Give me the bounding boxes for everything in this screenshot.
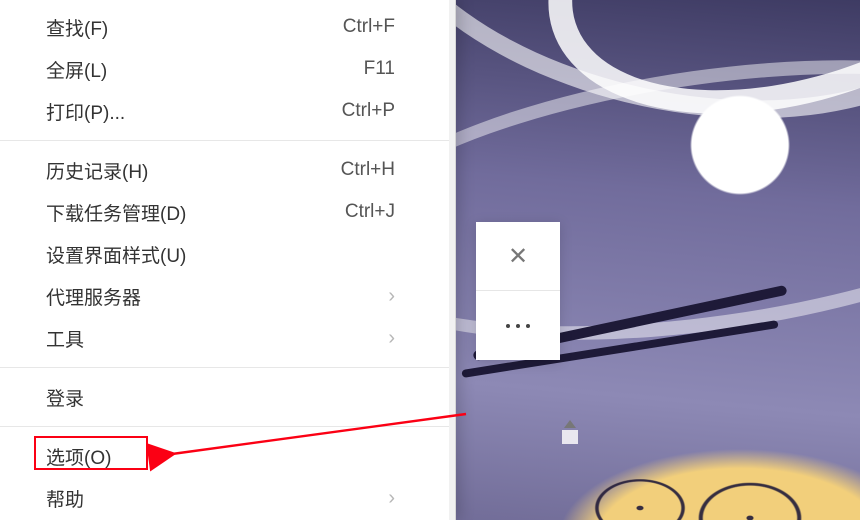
menu-item-label: 下载任务管理(D) [46, 199, 345, 226]
menu-item-options[interactable]: 选项(O) [0, 435, 455, 477]
chevron-right-icon: › [388, 487, 395, 510]
chevron-right-icon: › [388, 285, 395, 308]
menu-item-help[interactable]: 帮助 › [0, 477, 455, 519]
menu-item-proxy[interactable]: 代理服务器 › [0, 275, 455, 317]
menu-item-print[interactable]: 打印(P)... Ctrl+P [0, 90, 455, 132]
menu-item-label: 工具 [46, 325, 388, 352]
menu-item-shortcut: Ctrl+F [343, 16, 395, 38]
menu-item-shortcut: F11 [364, 58, 395, 80]
menu-item-shortcut: Ctrl+J [345, 201, 395, 223]
menu-item-label: 打印(P)... [46, 98, 342, 125]
menu-item-fullscreen[interactable]: 全屏(L) F11 [0, 48, 455, 90]
menu-scrollbar[interactable] [449, 0, 455, 520]
scrollbar-track [562, 430, 578, 444]
menu-item-downloads[interactable]: 下载任务管理(D) Ctrl+J [0, 191, 455, 233]
chevron-right-icon: › [388, 327, 395, 350]
menu-item-tools[interactable]: 工具 › [0, 317, 455, 359]
menu-item-label: 设置界面样式(U) [46, 241, 395, 268]
menu-item-label: 选项(O) [46, 443, 395, 470]
menu-item-label: 登录 [46, 384, 395, 411]
chevron-up-icon [564, 420, 576, 428]
menu-item-shortcut: Ctrl+H [341, 159, 395, 181]
menu-separator [0, 426, 455, 427]
menu-item-login[interactable]: 登录 [0, 376, 455, 418]
menu-item-shortcut: Ctrl+P [342, 100, 395, 122]
menu-separator [0, 140, 455, 141]
menu-item-label: 代理服务器 [46, 283, 388, 310]
menu-item-ui-style[interactable]: 设置界面样式(U) [0, 233, 455, 275]
more-icon[interactable] [476, 290, 560, 360]
close-icon[interactable]: ✕ [476, 222, 560, 290]
floating-mini-panel: ✕ [476, 222, 560, 360]
menu-item-history[interactable]: 历史记录(H) Ctrl+H [0, 149, 455, 191]
menu-item-label: 查找(F) [46, 14, 343, 41]
menu-item-label: 历史记录(H) [46, 157, 341, 184]
menu-separator [0, 367, 455, 368]
menu-item-label: 全屏(L) [46, 56, 364, 83]
menu-item-label: 帮助 [46, 485, 388, 512]
scrollbar-up[interactable] [560, 420, 580, 444]
main-menu: 查找(F) Ctrl+F 全屏(L) F11 打印(P)... Ctrl+P 历… [0, 0, 456, 520]
menu-item-find[interactable]: 查找(F) Ctrl+F [0, 6, 455, 48]
